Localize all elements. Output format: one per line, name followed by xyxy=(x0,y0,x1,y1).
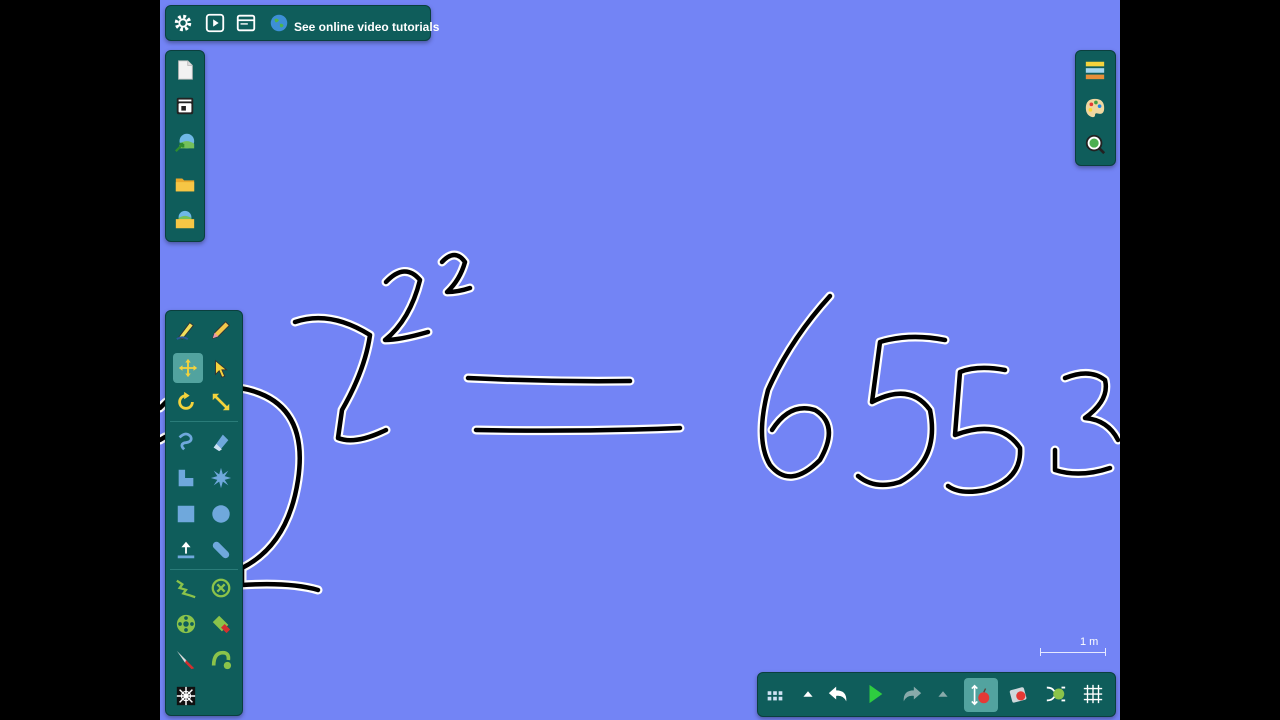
layers-icon[interactable] xyxy=(1082,57,1108,83)
cancel-icon[interactable] xyxy=(208,575,234,601)
grid-icon[interactable] xyxy=(1080,681,1106,707)
open-image-folder-icon[interactable] xyxy=(172,207,198,233)
circle-icon[interactable] xyxy=(208,501,234,527)
expand-up-icon-2[interactable] xyxy=(930,681,956,707)
zoom-icon[interactable] xyxy=(1082,131,1108,157)
connect-icon[interactable] xyxy=(1043,681,1069,707)
pencil-icon[interactable] xyxy=(208,317,234,343)
drawing-canvas[interactable]: 1 m xyxy=(160,0,1120,720)
rectangle-icon[interactable] xyxy=(173,501,199,527)
physics-object-icon[interactable] xyxy=(1006,681,1032,707)
scale-label: 1 m xyxy=(1080,636,1099,648)
eraser-icon[interactable] xyxy=(208,429,234,455)
star-burst-icon[interactable] xyxy=(208,465,234,491)
zigzag-icon[interactable] xyxy=(173,575,199,601)
bandage-icon[interactable] xyxy=(208,537,234,563)
upload-icon[interactable] xyxy=(173,537,199,563)
expand-up-icon[interactable] xyxy=(795,681,821,707)
handwritten-equation xyxy=(160,250,1120,595)
tools-panel xyxy=(165,310,243,716)
knife-icon[interactable] xyxy=(173,647,199,673)
move-icon[interactable] xyxy=(173,353,203,383)
gravity-icon[interactable] xyxy=(964,678,998,712)
spiral-icon[interactable] xyxy=(173,683,199,709)
play-simulation-icon[interactable] xyxy=(862,681,888,707)
spool-icon[interactable] xyxy=(173,611,199,637)
redo-icon[interactable] xyxy=(899,681,925,707)
play-icon[interactable] xyxy=(202,10,228,36)
view-panel xyxy=(1075,50,1116,166)
pointer-hand-icon[interactable] xyxy=(208,355,234,381)
grid-dots-icon[interactable] xyxy=(762,681,788,707)
top-toolbar: See online video tutorials xyxy=(165,5,439,41)
shape-l-icon[interactable] xyxy=(173,465,199,491)
export-image-icon[interactable] xyxy=(172,129,198,155)
fill-icon[interactable] xyxy=(208,611,234,637)
tutorials-link[interactable]: See online video tutorials xyxy=(294,20,439,34)
resize-icon[interactable] xyxy=(208,389,234,415)
archive-icon[interactable] xyxy=(172,93,198,119)
settings-icon[interactable] xyxy=(170,10,196,36)
rotate-icon[interactable] xyxy=(173,389,199,415)
curve-icon[interactable] xyxy=(173,429,199,455)
file-panel xyxy=(165,50,205,242)
undo-icon[interactable] xyxy=(825,681,851,707)
scale-bar: 1 m xyxy=(1040,636,1106,658)
rope-icon[interactable] xyxy=(208,647,234,673)
bottom-toolbar xyxy=(757,672,1116,717)
folder-icon[interactable] xyxy=(172,171,198,197)
palette-icon[interactable] xyxy=(1082,95,1108,121)
new-page-icon[interactable] xyxy=(172,57,198,83)
globe-icon[interactable] xyxy=(266,10,292,36)
window-icon[interactable] xyxy=(233,10,259,36)
pen-icon[interactable] xyxy=(173,317,199,343)
